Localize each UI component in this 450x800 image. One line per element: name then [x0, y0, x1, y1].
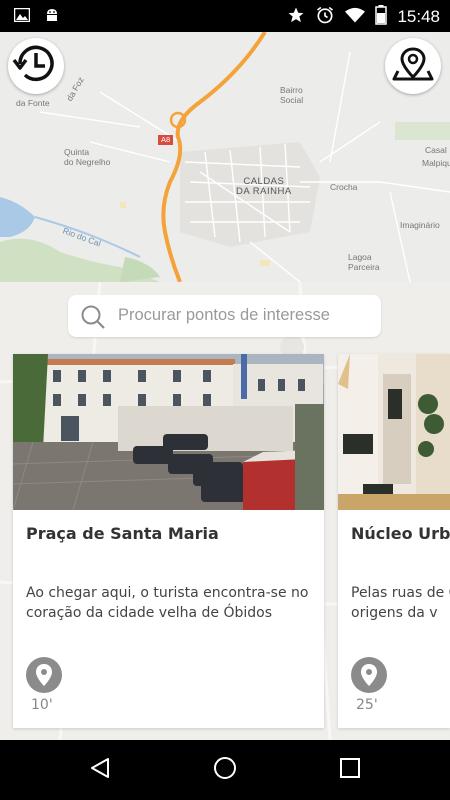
map-city-label: CALDAS DA RAINHA	[236, 176, 292, 197]
back-button[interactable]	[84, 754, 116, 786]
alarm-icon	[315, 5, 335, 29]
map-label: Quinta do Negrelho	[64, 147, 111, 167]
poi-image	[338, 354, 450, 510]
android-icon	[44, 6, 60, 26]
poi-description: Ao chegar aqui, o turista encontra-se no…	[26, 585, 309, 621]
road-shield: A8	[158, 135, 174, 145]
poi-description: Pelas ruas de C as origens da v	[351, 585, 450, 621]
history-button[interactable]	[8, 38, 64, 94]
poi-title: Praça de Santa Maria	[26, 524, 219, 543]
history-icon	[11, 39, 61, 93]
poi-card[interactable]: Núcleo Urba Pelas ruas de C as origens d…	[338, 354, 450, 728]
poi-image	[13, 354, 324, 510]
search-input[interactable]: Procurar pontos de interesse	[118, 306, 330, 325]
map-label: da Fonte	[16, 98, 50, 108]
map-label: Imaginário	[400, 220, 440, 230]
home-icon	[213, 756, 237, 784]
image-icon	[13, 7, 31, 26]
navigation-bar	[0, 740, 450, 800]
back-icon	[88, 756, 112, 784]
star-icon	[287, 6, 305, 28]
poi-duration: 10'	[31, 697, 53, 713]
wifi-icon	[345, 7, 366, 27]
poi-map-button[interactable]	[385, 38, 441, 94]
status-time: 15:48	[397, 7, 440, 26]
battery-icon	[375, 5, 388, 29]
map-label: Casal	[425, 145, 447, 155]
search-bar[interactable]: Procurar pontos de interesse	[68, 295, 381, 337]
recents-icon	[339, 757, 361, 783]
map-label: Lagoa Parceira	[348, 252, 380, 272]
map-label: Crocha	[330, 182, 358, 192]
recents-button[interactable]	[334, 754, 366, 786]
location-pin-icon	[26, 657, 62, 693]
map-view[interactable]: da Fonte da Foz Quinta do Negrelho Bairr…	[0, 32, 450, 282]
poi-duration: 25'	[356, 697, 378, 713]
map-pin-icon	[388, 39, 438, 93]
map-label: Malpiqu	[422, 158, 450, 168]
search-icon	[80, 304, 106, 334]
map-label: Bairro Social	[280, 85, 304, 105]
home-button[interactable]	[209, 754, 241, 786]
status-bar: 15:48	[0, 0, 450, 32]
poi-title: Núcleo Urba	[351, 524, 450, 543]
poi-card[interactable]: Praça de Santa Maria Ao chegar aqui, o t…	[13, 354, 324, 728]
location-pin-icon	[351, 657, 387, 693]
